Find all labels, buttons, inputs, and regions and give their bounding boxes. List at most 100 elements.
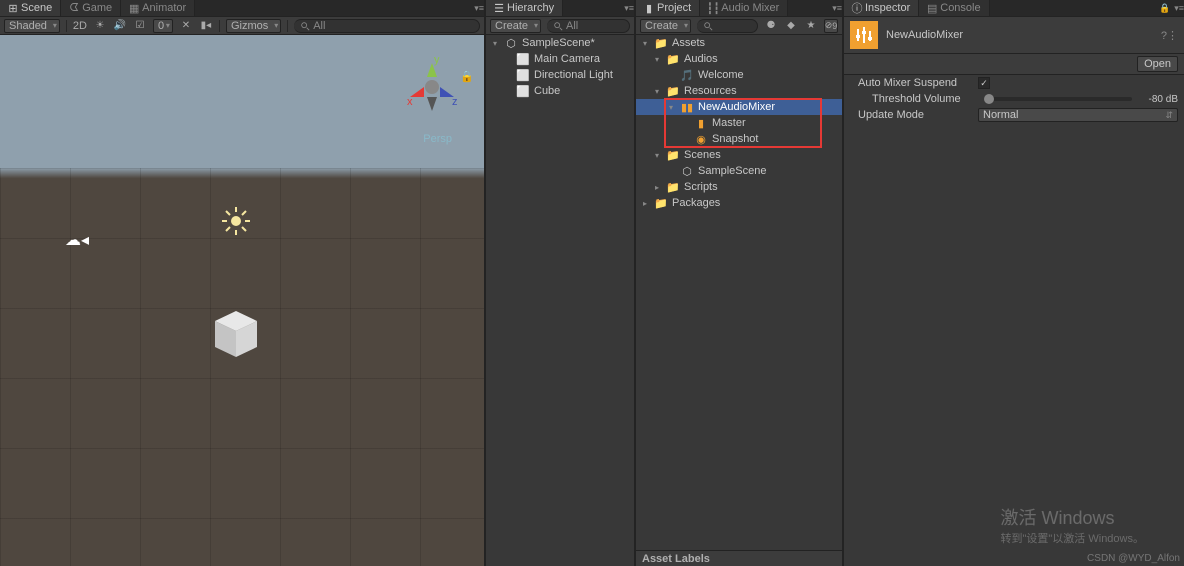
panel-menu-icon[interactable]: ▾≡ [832,3,842,14]
tree-item-assets[interactable]: ▾📁Assets [636,35,842,51]
auto-suspend-checkbox[interactable]: ✓ [978,77,990,89]
info-icon: ⓘ [852,3,862,13]
item-label: Packages [672,197,720,209]
go-icon: ⬜ [516,85,530,98]
folder-icon: 📁 [666,85,680,98]
lighting-icon[interactable]: ☀ [93,19,107,33]
tab-game[interactable]: ᗧ Game [61,0,121,16]
item-label: Directional Light [534,69,613,81]
hierarchy-tabs: ☰ Hierarchy ▾≡ [486,0,634,17]
tree-item-samplescene[interactable]: ⬡SampleScene [636,163,842,179]
threshold-value: -80 dB [1138,94,1178,105]
save-filter-icon[interactable]: ★ [804,19,818,33]
item-label: Audios [684,53,718,65]
filter-icon[interactable]: ⚈ [764,19,778,33]
item-label: Scenes [684,149,721,161]
expand-arrow-icon[interactable]: ▾ [640,39,650,48]
expand-arrow-icon[interactable]: ▸ [640,199,650,208]
scene-view[interactable]: 🔒 y x z Persp ☁◂ [0,35,484,566]
tree-item-scripts[interactable]: ▸📁Scripts [636,179,842,195]
shading-mode-dropdown[interactable]: Shaded [4,19,60,33]
expand-arrow-icon[interactable]: ▸ [652,183,662,192]
cube-mesh[interactable] [205,303,267,365]
project-icon: ▮ [644,3,654,13]
tab-label: Animator [142,2,186,14]
tree-item-resources[interactable]: ▾📁Resources [636,83,842,99]
scene-search[interactable]: All [294,19,480,33]
hidden-dropdown[interactable]: 0 [153,19,173,33]
camera-icon[interactable]: ▮◂ [199,19,213,33]
item-label: Master [712,117,746,129]
tree-item-main-camera[interactable]: ⬜ Main Camera [486,51,634,67]
update-mode-label: Update Mode [858,109,978,121]
expand-arrow-icon[interactable]: ▾ [666,103,676,112]
expand-arrow-icon[interactable]: ▾ [652,87,662,96]
hierarchy-toolbar: Create All [486,17,634,35]
label-filter-icon[interactable]: ◆ [784,19,798,33]
search-icon [553,21,563,31]
camera-gizmo-icon: ☁◂ [65,230,89,250]
tab-scene[interactable]: ⊞ Scene [0,0,61,16]
panel-menu-icon[interactable]: ▾≡ [624,3,634,14]
panel-menu-icon[interactable]: ▾≡ [474,3,484,14]
project-toolbar: Create ⚈ ◆ ★ ⊘9 [636,17,842,35]
tree-item-scenes[interactable]: ▾ 📁 Scenes [636,147,842,163]
tree-item-welcome[interactable]: 🎵Welcome [636,67,842,83]
gizmos-dropdown[interactable]: Gizmos [226,19,281,33]
item-label: SampleScene* [522,37,595,49]
item-label: SampleScene [698,165,767,177]
auto-suspend-label: Auto Mixer Suspend [858,77,978,89]
tree-item-samplescene-[interactable]: ▾⬡SampleScene* [486,35,634,51]
orientation-gizmo[interactable]: y x z [400,55,464,119]
tree-item-audios[interactable]: ▾📁Audios [636,51,842,67]
tab-label: Scene [21,2,52,14]
project-tabs: ▮ Project ┇┇ Audio Mixer ▾≡ [636,0,842,17]
tree-item-directional-light[interactable]: ⬜Directional Light [486,67,634,83]
project-tree: ▾📁Assets▾📁Audios🎵Welcome▾📁Resources▾▮▮Ne… [636,35,842,566]
folder-icon: 📁 [666,149,680,162]
tree-item-packages[interactable]: ▸📁Packages [636,195,842,211]
update-mode-select[interactable]: Normal [978,108,1178,122]
grid-icon: ⊞ [8,3,18,13]
tab-hierarchy[interactable]: ☰ Hierarchy [486,0,563,16]
hidden-count[interactable]: ⊘9 [824,19,838,33]
open-button[interactable]: Open [1137,56,1178,72]
hierarchy-search[interactable]: All [547,19,630,33]
animator-icon: ▦ [129,3,139,13]
item-label: Main Camera [534,53,600,65]
svg-text:x: x [407,96,413,108]
tab-console[interactable]: ▤ Console [919,0,989,16]
create-dropdown[interactable]: Create [640,19,691,33]
item-label: Cube [534,85,560,97]
tab-label: Inspector [865,2,910,14]
expand-arrow-icon[interactable]: ▾ [652,151,662,160]
tree-item-snapshot[interactable]: ◉Snapshot [636,131,842,147]
help-icon[interactable]: ?⋮ [1161,29,1178,42]
expand-arrow-icon[interactable]: ▾ [652,55,662,64]
item-label: Assets [672,37,705,49]
tab-animator[interactable]: ▦ Animator [121,0,195,16]
fx-icon[interactable]: ☑ [133,19,147,33]
tab-audio-mixer[interactable]: ┇┇ Audio Mixer [700,0,788,16]
mode-2d-toggle[interactable]: 2D [73,19,87,33]
windows-watermark: 激活 Windows 转到"设置"以激活 Windows。 [1001,504,1145,546]
inspector-tabs: ⓘ Inspector ▤ Console 🔒 ▾≡ [844,0,1184,17]
tab-inspector[interactable]: ⓘ Inspector [844,0,919,16]
tree-item-newaudiomixer[interactable]: ▾▮▮NewAudioMixer [636,99,842,115]
go-icon: ⬜ [516,53,530,66]
panel-menu-icon[interactable]: ▾≡ [1174,3,1184,14]
create-dropdown[interactable]: Create [490,19,541,33]
hierarchy-icon: ☰ [494,3,504,13]
tab-label: Project [657,2,691,14]
lock-icon[interactable]: 🔒 [1159,3,1170,14]
tree-item-cube[interactable]: ⬜ Cube [486,83,634,99]
tree-item-master[interactable]: ▮Master [636,115,842,131]
audio-icon[interactable]: 🔊 [113,19,127,33]
project-search[interactable] [697,19,758,33]
threshold-slider[interactable] [984,97,1132,101]
expand-arrow-icon[interactable]: ▾ [490,39,500,48]
tools-icon[interactable]: ✕ [179,19,193,33]
tab-project[interactable]: ▮ Project [636,0,700,16]
mixer-icon: ┇┇ [708,3,718,13]
svg-text:z: z [452,96,458,108]
